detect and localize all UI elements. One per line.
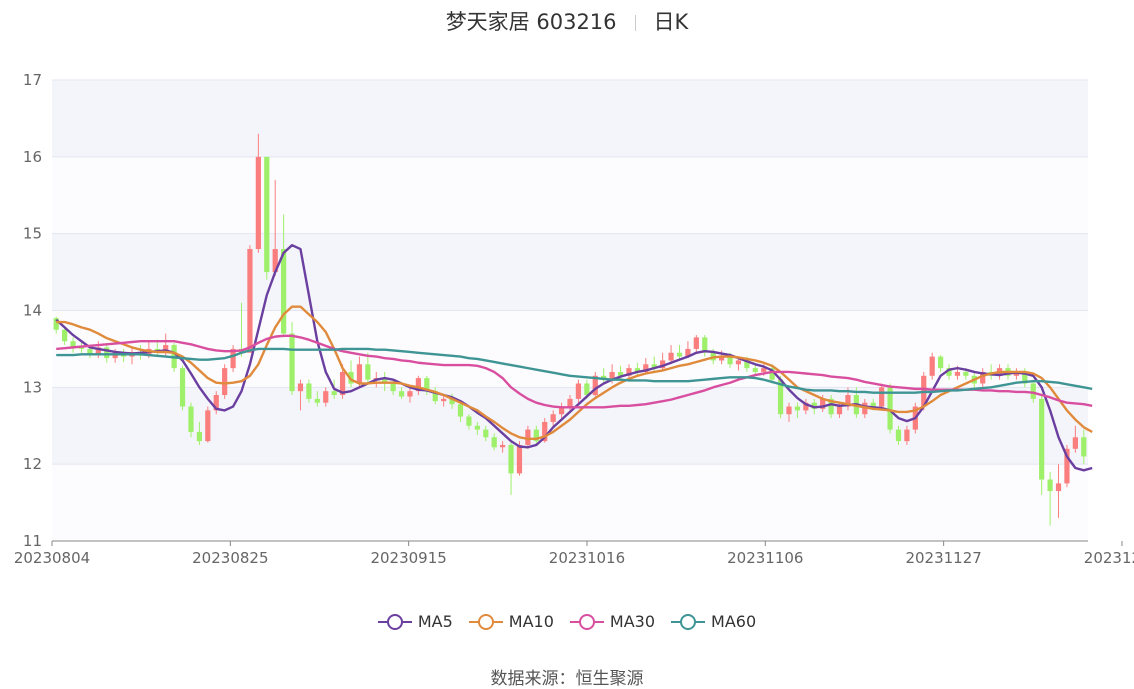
candle-body [735,360,742,365]
y-tick-label: 11 [23,532,42,550]
y-tick-label: 12 [23,455,42,473]
candle-body [879,387,885,407]
legend-label: MA10 [508,612,554,631]
legend: MA5 MA10 MA30 MA60 [0,612,1134,631]
candle-body [1047,479,1053,492]
candle-body [516,444,523,474]
legend-swatch [377,613,412,630]
grid-band [52,464,1088,541]
candle-body [289,333,295,392]
candle-body [297,383,304,392]
source-label: 数据来源： [490,669,576,689]
candle-body [356,364,363,384]
candle-body [1072,437,1078,449]
y-tick-label: 17 [23,71,42,89]
y-tick-label: 13 [23,378,42,396]
candle-body [407,391,413,397]
candle-body [1055,483,1062,492]
legend-label: MA60 [711,612,757,631]
candle-body [1039,398,1045,480]
candle-body [491,437,497,448]
candle-body [179,368,186,407]
candle-body [963,371,969,376]
candle-body [365,364,371,380]
candle-body [937,356,944,369]
candle-body [323,391,329,403]
candle-body [474,425,480,430]
legend-item-ma30[interactable]: MA30 [569,612,656,631]
candle-body [306,383,312,399]
candle-body [550,414,556,422]
candle-body [483,429,489,438]
candle-body [693,337,699,349]
candle-body [264,156,270,273]
candle-body [457,404,464,417]
y-tick-label: 16 [23,148,42,166]
candle-body [390,383,396,392]
candle-body [62,329,68,342]
legend-item-ma5[interactable]: MA5 [377,612,453,631]
grid-band [52,80,1088,157]
x-tick-label: 20231218 [1084,549,1134,567]
candlestick-chart: 11 12 13 14 15 16 17 20230804 20230825 20230915 20… [14,71,1134,567]
candle-body [314,398,320,403]
candle-body [398,391,405,397]
y-tick-label: 14 [23,302,42,320]
grid-band [52,156,1088,234]
candle-body [1030,383,1036,399]
x-tick-label: 20230825 [192,549,268,567]
legend-label: MA30 [609,612,656,631]
x-tick-label: 20231127 [905,549,981,567]
legend-item-ma60[interactable]: MA60 [671,612,756,631]
candle-body [904,429,910,442]
candle-body [441,398,447,402]
candle-body [508,444,514,474]
legend-item-ma10[interactable]: MA10 [468,612,554,631]
source-value: 恒生聚源 [575,669,644,689]
candle-body [205,410,211,442]
candle-body [567,398,573,407]
candle-body [676,352,683,357]
candle-body [466,416,472,426]
x-tick-label: 20230804 [14,549,90,567]
legend-swatch [569,613,604,630]
candle-body [954,371,961,376]
candle-body [794,406,801,411]
candle-body [668,352,674,361]
x-tick-label: 20231016 [549,549,625,567]
data-source: 数据来源：恒生聚源 [0,664,1134,689]
grid-band [52,233,1088,311]
x-tick-label: 20231106 [727,549,803,567]
candle-body [1081,437,1087,457]
candle-body [281,249,287,334]
candle-body [752,368,758,372]
candle-body [222,368,228,396]
y-tick-label: 15 [23,225,42,243]
candle-body [500,444,506,448]
legend-swatch [671,613,706,630]
candle-body [895,429,902,442]
candle-body [196,431,203,442]
candle-body [331,391,337,396]
candle-body [786,406,792,415]
legend-label: MA5 [417,612,453,631]
candle-body [247,249,253,353]
candle-body [836,406,843,415]
candle-body [575,383,582,399]
candle-body [255,156,261,250]
candle-body [929,356,935,376]
x-tick-label: 20230915 [370,549,446,567]
candle-body [188,406,194,432]
legend-swatch [468,613,503,630]
